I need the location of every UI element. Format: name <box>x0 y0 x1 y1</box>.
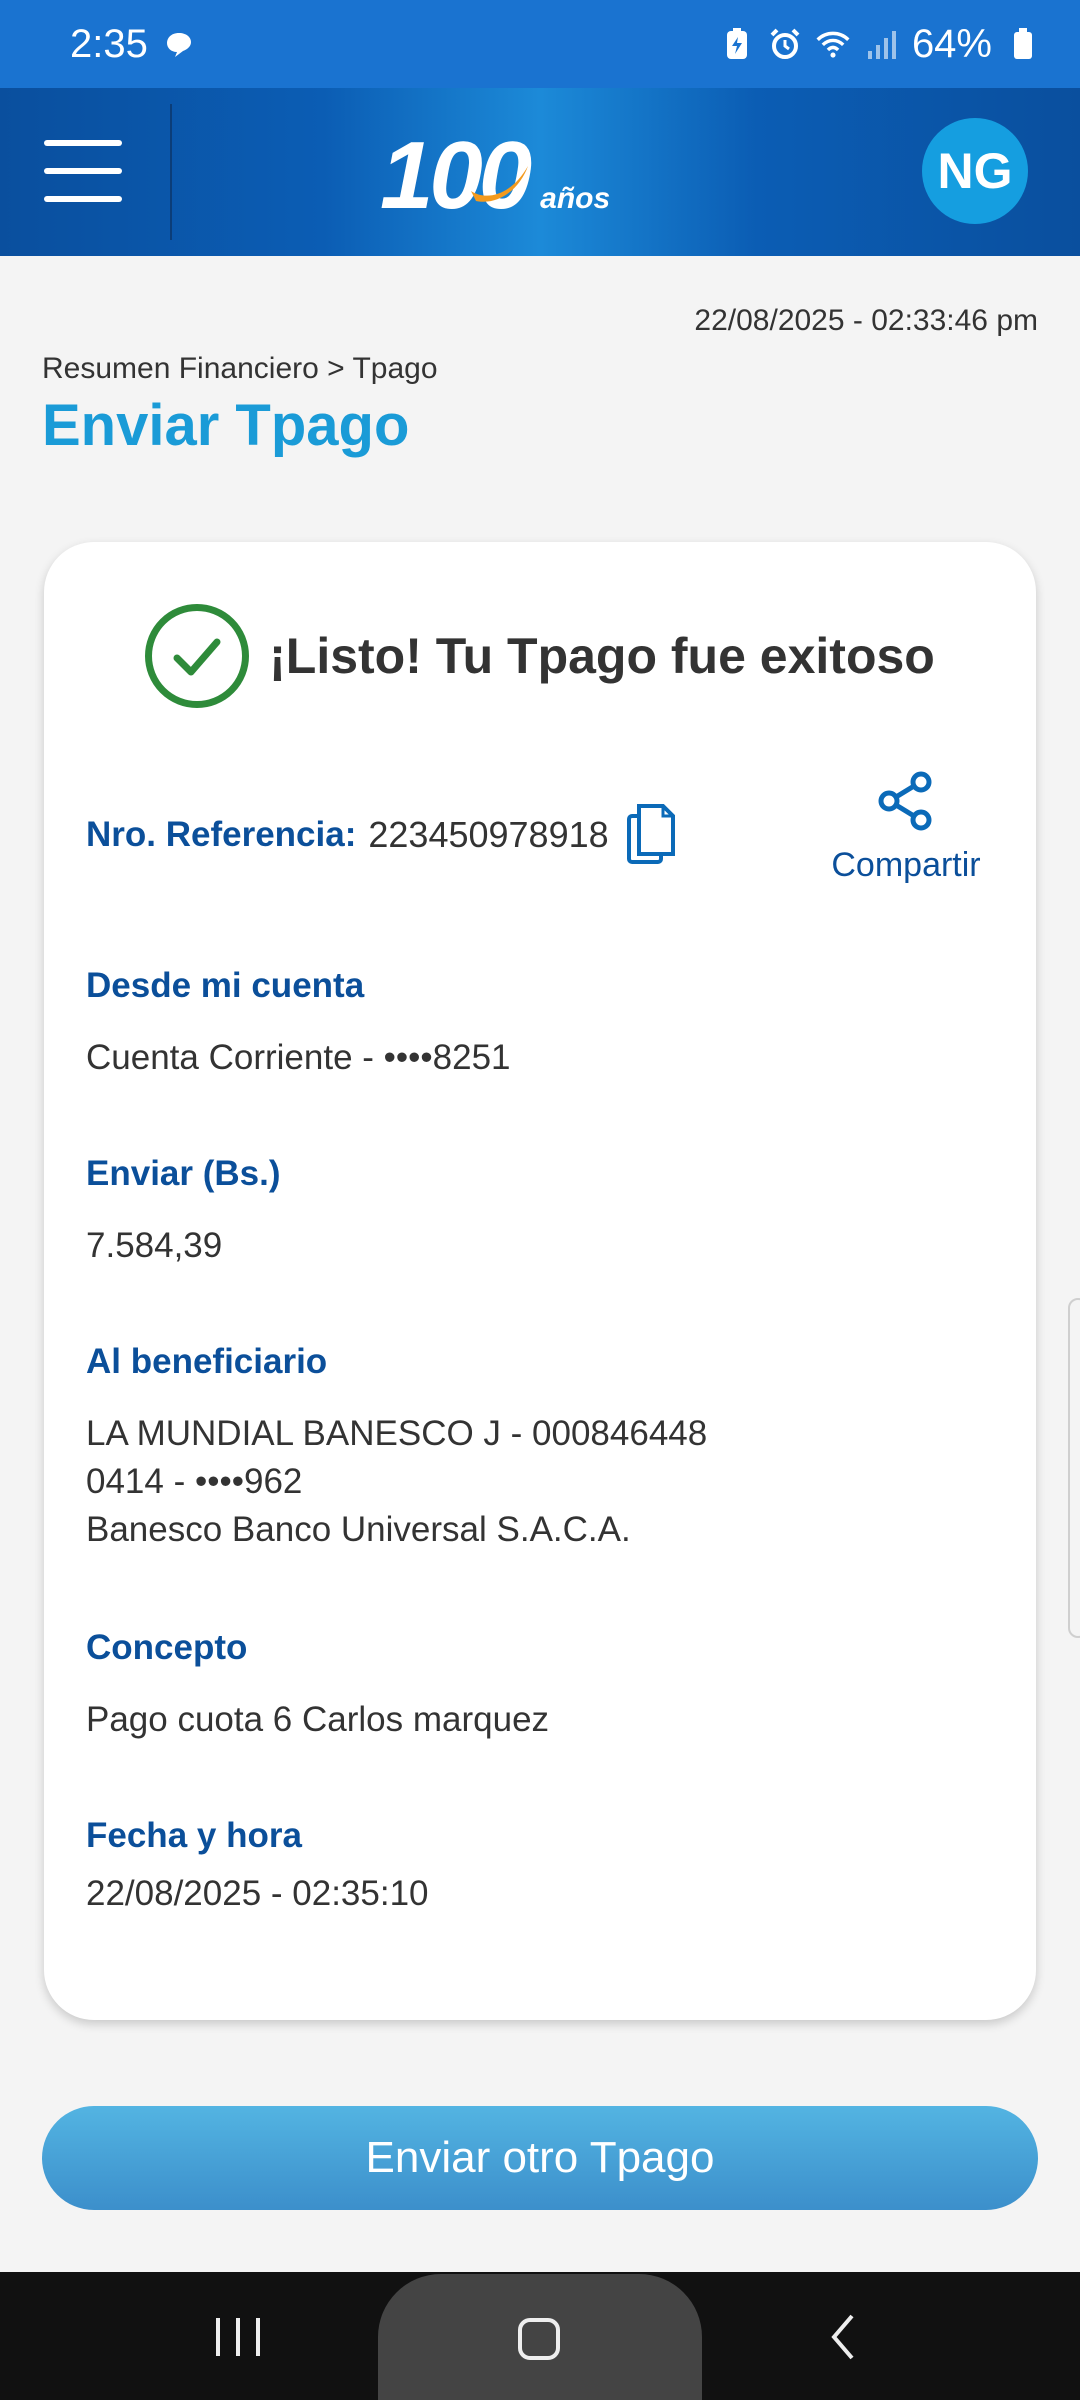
datetime-field: Fecha y hora 22/08/2025 - 02:35:10 <box>86 1816 429 1918</box>
battery-percent: 64% <box>911 21 992 66</box>
logo-suffix: años <box>540 182 611 215</box>
share-label: Compartir <box>831 846 981 884</box>
amount-field: Enviar (Bs.) 7.584,39 <box>86 1154 281 1270</box>
app-bar-divider <box>170 104 172 240</box>
signal-icon <box>864 27 898 61</box>
from-account-label: Desde mi cuenta <box>86 966 365 1005</box>
send-another-tpago-button[interactable]: Enviar otro Tpago <box>42 2106 1038 2210</box>
wifi-icon <box>816 27 850 61</box>
session-timestamp: 22/08/2025 - 02:33:46 pm <box>694 304 1038 337</box>
bank-logo: 100 años <box>380 124 610 224</box>
breadcrumb: Resumen Financiero > Tpago <box>42 352 438 385</box>
success-message: ¡Listo! Tu Tpago fue exitoso <box>269 628 935 684</box>
beneficiary-phone: 0414 - ••••962 <box>86 1462 303 1501</box>
back-icon[interactable] <box>828 2312 858 2362</box>
beneficiary-bank: Banesco Banco Universal S.A.C.A. <box>86 1510 631 1549</box>
receipt-card: ¡Listo! Tu Tpago fue exitoso Nro. Refere… <box>44 542 1036 2020</box>
concept-value: Pago cuota 6 Carlos marquez <box>86 1700 550 1739</box>
status-bar: 2:35 64% <box>0 0 1080 88</box>
beneficiary-details: LA MUNDIAL BANESCO J - 000846448 0414 - … <box>86 1410 707 1554</box>
concept-label: Concepto <box>86 1628 248 1667</box>
battery-saver-icon <box>720 27 754 61</box>
amount-label: Enviar (Bs.) <box>86 1154 281 1193</box>
share-icon <box>878 771 932 831</box>
system-nav-bar <box>0 2272 1080 2400</box>
reference-row: Nro. Referencia: 223450978918 <box>86 802 679 868</box>
logo-swoosh-icon <box>471 166 529 202</box>
concept-field: Concepto Pago cuota 6 Carlos marquez <box>86 1628 549 1744</box>
amount-value: 7.584,39 <box>86 1226 223 1265</box>
check-icon <box>145 604 250 708</box>
chat-bubble-icon <box>162 27 196 61</box>
scroll-handle[interactable] <box>1068 1298 1080 1638</box>
status-time: 2:35 <box>70 21 148 66</box>
hamburger-menu-icon[interactable] <box>44 140 122 202</box>
datetime-label: Fecha y hora <box>86 1816 302 1855</box>
battery-icon <box>1006 27 1040 61</box>
from-account-value: Cuenta Corriente - ••••8251 <box>86 1038 511 1077</box>
datetime-value: 22/08/2025 - 02:35:10 <box>86 1874 429 1913</box>
user-avatar[interactable]: NG <box>922 118 1028 224</box>
recent-apps-icon[interactable] <box>216 2318 260 2356</box>
copy-icon[interactable] <box>625 802 679 868</box>
avatar-initials: NG <box>937 143 1013 199</box>
success-banner: ¡Listo! Tu Tpago fue exitoso <box>44 604 1036 708</box>
reference-value: 223450978918 <box>368 814 609 855</box>
home-icon[interactable] <box>518 2318 560 2360</box>
alarm-icon <box>768 27 802 61</box>
from-account-field: Desde mi cuenta Cuenta Corriente - ••••8… <box>86 966 511 1082</box>
send-another-label: Enviar otro Tpago <box>365 2133 715 2182</box>
reference-label: Nro. Referencia: <box>86 815 357 854</box>
page-title: Enviar Tpago <box>42 393 410 458</box>
share-button[interactable]: Compartir <box>816 770 996 885</box>
app-bar: 100 años NG <box>0 88 1080 256</box>
beneficiary-name: LA MUNDIAL BANESCO J - 000846448 <box>86 1414 708 1453</box>
beneficiary-label: Al beneficiario <box>86 1342 328 1381</box>
beneficiary-field: Al beneficiario LA MUNDIAL BANESCO J - 0… <box>86 1342 707 1554</box>
